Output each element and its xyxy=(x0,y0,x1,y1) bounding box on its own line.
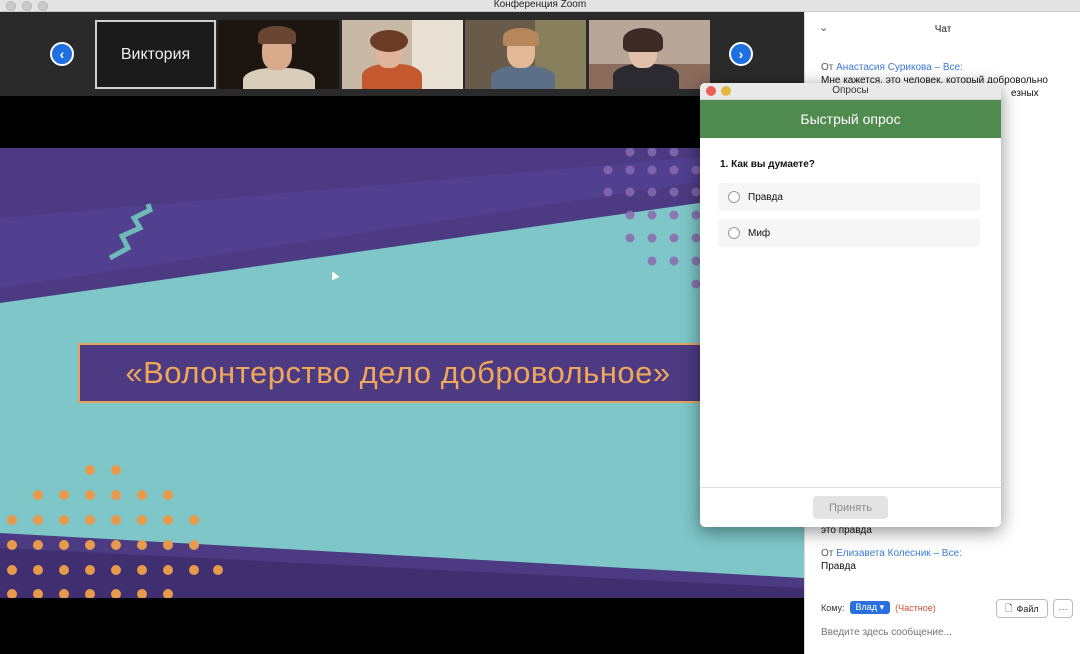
recipient-name: Влад xyxy=(855,602,878,612)
gallery-prev-button[interactable]: ‹ xyxy=(50,42,74,66)
chat-message-input[interactable] xyxy=(821,624,1071,640)
private-indicator: (Частное) xyxy=(895,602,936,613)
recipient-dropdown[interactable]: Влад ▾ xyxy=(849,601,891,614)
participant-video-4[interactable] xyxy=(589,20,710,89)
message-sender[interactable]: Елизавета Колесник – Все: xyxy=(836,548,962,559)
poll-option-true[interactable]: Правда xyxy=(718,183,980,211)
polls-window-title: Опросы xyxy=(832,85,869,96)
polls-titlebar: Опросы xyxy=(700,83,1001,100)
participant-video-1[interactable] xyxy=(218,20,339,89)
caret-down-icon: ▾ xyxy=(879,602,885,612)
chevron-right-icon: › xyxy=(738,46,744,62)
message-text: Правда xyxy=(821,561,856,572)
chat-title: Чат xyxy=(934,24,952,35)
window-titlebar: Конференция Zoom xyxy=(0,0,1080,12)
participant-name: Виктория xyxy=(120,45,191,63)
shared-screen: «Волонтерство дело добровольное» xyxy=(0,96,804,654)
recipient-label: Кому: xyxy=(821,602,845,613)
message-from-prefix: От xyxy=(821,548,834,559)
radio-button[interactable] xyxy=(728,191,740,203)
poll-question: 1. Как вы думаете? xyxy=(720,159,815,170)
chat-message-3: От Елизавета Колесник – Все: Правда xyxy=(821,547,962,573)
chat-header: ⌄ Чат xyxy=(805,12,1080,46)
participant-video-2[interactable] xyxy=(342,20,463,89)
poll-option-label: Миф xyxy=(748,227,771,239)
participant-tile-name-only[interactable]: Виктория xyxy=(95,20,216,89)
recipient-row: Кому: Влад ▾ (Частное) xyxy=(821,601,936,614)
window-title: Конференция Zoom xyxy=(493,0,587,10)
poll-footer: Принять xyxy=(700,487,1001,527)
file-button[interactable]: 🗋 Файл xyxy=(996,599,1048,618)
message-from-prefix: От xyxy=(821,62,834,73)
poll-header: Быстрый опрос xyxy=(700,100,1001,138)
polls-window: Опросы Быстрый опрос 1. Как вы думаете? … xyxy=(700,83,1001,527)
poll-title: Быстрый опрос xyxy=(800,111,901,127)
submit-poll-button[interactable]: Принять xyxy=(813,496,888,519)
radio-button[interactable] xyxy=(728,227,740,239)
message-sender[interactable]: Анастасия Сурикова – Все: xyxy=(836,62,963,73)
slide-title: «Волонтерство дело добровольное» xyxy=(125,355,671,390)
slide-title-banner: «Волонтерство дело добровольное» xyxy=(78,343,718,403)
file-button-label: Файл xyxy=(1016,603,1039,614)
participant-gallery-strip: ‹ Виктория › xyxy=(0,12,804,96)
poll-option-myth[interactable]: Миф xyxy=(718,219,980,247)
gallery-next-button[interactable]: › xyxy=(729,42,753,66)
poll-option-label: Правда xyxy=(748,191,783,203)
presentation-slide: «Волонтерство дело добровольное» xyxy=(0,148,804,598)
chevron-left-icon: ‹ xyxy=(59,46,65,62)
ellipsis-icon: ··· xyxy=(1058,603,1068,614)
document-icon: 🗋 xyxy=(1005,602,1013,613)
participant-video-3[interactable] xyxy=(465,20,586,89)
more-options-button[interactable]: ··· xyxy=(1053,599,1073,618)
